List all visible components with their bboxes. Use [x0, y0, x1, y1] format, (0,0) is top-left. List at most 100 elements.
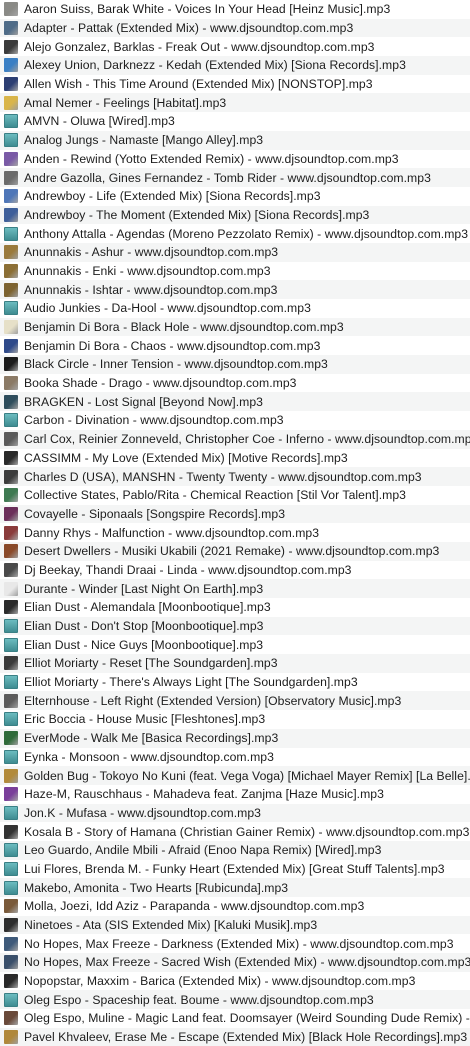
file-row[interactable]: Andrewboy - Life (Extended Mix) [Siona R…: [0, 186, 470, 206]
file-name: Eric Boccia - House Music [Fleshtones].m…: [24, 712, 266, 727]
file-row[interactable]: Oleg Espo - Spaceship feat. Boume - www.…: [0, 990, 470, 1010]
album-art-icon: [4, 805, 18, 820]
file-row[interactable]: Analog Jungs - Namaste [Mango Alley].mp3: [0, 130, 470, 150]
file-name: No Hopes, Max Freeze - Sacred Wish (Exte…: [24, 955, 470, 970]
file-row[interactable]: Elian Dust - Alemandala [Moonbootique].m…: [0, 598, 470, 617]
file-row[interactable]: Kosala B - Story of Hamana (Christian Ga…: [0, 822, 470, 841]
file-row[interactable]: Allen Wish - This Time Around (Extended …: [0, 74, 470, 94]
file-name: Carbon - Divination - www.djsoundtop.com…: [24, 413, 284, 428]
file-row[interactable]: Haze-M, Rauschhaus - Mahadeva feat. Zanj…: [0, 784, 470, 804]
file-row[interactable]: Molla, Joezi, Idd Aziz - Parapanda - www…: [0, 897, 470, 916]
file-row[interactable]: Alejo Gonzalez, Barklas - Freak Out - ww…: [0, 37, 470, 57]
file-row[interactable]: Elian Dust - Don't Stop [Moonbootique].m…: [0, 616, 470, 636]
file-name: Oleg Espo, Muline - Magic Land feat. Doo…: [24, 1011, 470, 1026]
file-row[interactable]: AMVN - Oluwa [Wired].mp3: [0, 112, 470, 131]
file-row[interactable]: Anunnakis - Ishtar - www.djsoundtop.com.…: [0, 280, 470, 299]
file-row[interactable]: Golden Bug - Tokoyo No Kuni (feat. Vega …: [0, 766, 470, 785]
file-name: Benjamin Di Bora - Black Hole - www.djso…: [24, 320, 344, 335]
album-art-icon: [4, 39, 18, 54]
file-row[interactable]: Eric Boccia - House Music [Fleshtones].m…: [0, 710, 470, 729]
file-row[interactable]: No Hopes, Max Freeze - Darkness (Extende…: [0, 934, 470, 954]
file-name: Alejo Gonzalez, Barklas - Freak Out - ww…: [24, 39, 375, 54]
file-row[interactable]: Carl Cox, Reinier Zonneveld, Christopher…: [0, 429, 470, 449]
file-name: Allen Wish - This Time Around (Extended …: [24, 77, 373, 92]
album-art-icon: [4, 918, 18, 933]
file-name: Durante - Winder [Last Night On Earth].m…: [24, 581, 264, 596]
file-row[interactable]: Jon.K - Mufasa - www.djsoundtop.com.mp3: [0, 803, 470, 823]
file-name: Charles D (USA), MANSHN - Twenty Twenty …: [24, 469, 422, 484]
file-list[interactable]: Aaron Suiss, Barak White - Voices In You…: [0, 0, 470, 1046]
file-row[interactable]: Pavel Khvaleev, Erase Me - Escape (Exten…: [0, 1027, 470, 1046]
file-row[interactable]: Andre Gazolla, Gines Fernandez - Tomb Ri…: [0, 168, 470, 187]
file-name: Anthony Attalla - Agendas (Moreno Pezzol…: [24, 226, 469, 241]
album-art-icon: [4, 506, 18, 521]
file-row[interactable]: Anden - Rewind (Yotto Extended Remix) - …: [0, 149, 470, 169]
file-row[interactable]: Danny Rhys - Malfunction - www.djsoundto…: [0, 523, 470, 542]
file-row[interactable]: Anunnakis - Ashur - www.djsoundtop.com.m…: [0, 242, 470, 262]
file-name: Analog Jungs - Namaste [Mango Alley].mp3: [24, 133, 264, 148]
file-name: Adapter - Pattak (Extended Mix) - www.dj…: [24, 21, 354, 36]
file-name: Pavel Khvaleev, Erase Me - Escape (Exten…: [24, 1030, 468, 1045]
album-art-icon: [4, 861, 18, 876]
file-row[interactable]: Covayelle - Siponaals [Songspire Records…: [0, 504, 470, 524]
file-row[interactable]: Eynka - Monsoon - www.djsoundtop.com.mp3: [0, 747, 470, 767]
file-row[interactable]: Makebo, Amonita - Two Hearts [Rubicunda]…: [0, 878, 470, 897]
file-name: Carl Cox, Reinier Zonneveld, Christopher…: [24, 432, 470, 447]
album-art-icon: [4, 1030, 18, 1045]
file-row[interactable]: Desert Dwellers - Musiki Ukabili (2021 R…: [0, 541, 470, 561]
file-row[interactable]: Elian Dust - Nice Guys [Moonbootique].mp…: [0, 635, 470, 655]
file-row[interactable]: Charles D (USA), MANSHN - Twenty Twenty …: [0, 467, 470, 486]
file-row[interactable]: Amal Nemer - Feelings [Habitat].mp3: [0, 93, 470, 113]
file-row[interactable]: EverMode - Walk Me [Basica Recordings].m…: [0, 728, 470, 748]
album-art-icon: [4, 731, 18, 746]
file-name: Lui Flores, Brenda M. - Funky Heart (Ext…: [24, 861, 445, 876]
file-row[interactable]: Alexey Union, Darknezz - Kedah (Extended…: [0, 56, 470, 75]
file-row[interactable]: Benjamin Di Bora - Black Hole - www.djso…: [0, 317, 470, 337]
file-row[interactable]: Audio Junkies - Da-Hool - www.djsoundtop…: [0, 299, 470, 318]
file-row[interactable]: Lui Flores, Brenda M. - Funky Heart (Ext…: [0, 859, 470, 879]
file-row[interactable]: Carbon - Divination - www.djsoundtop.com…: [0, 411, 470, 430]
file-row[interactable]: Leo Guardo, Andile Mbili - Afraid (Enoo …: [0, 840, 470, 860]
file-name: Leo Guardo, Andile Mbili - Afraid (Enoo …: [24, 843, 382, 858]
album-art-icon: [4, 581, 18, 596]
file-row[interactable]: Nopopstar, Maxxim - Barica (Extended Mix…: [0, 971, 470, 991]
file-row[interactable]: Benjamin Di Bora - Chaos - www.djsoundto…: [0, 336, 470, 356]
album-art-icon: [4, 413, 18, 428]
file-name: Elternhouse - Left Right (Extended Versi…: [24, 693, 402, 708]
file-row[interactable]: Oleg Espo, Muline - Magic Land feat. Doo…: [0, 1009, 470, 1028]
album-art-icon: [4, 880, 18, 895]
file-name: Elliot Moriarty - There's Always Light […: [24, 675, 358, 690]
album-art-icon: [4, 21, 18, 36]
album-art-icon: [4, 974, 18, 989]
file-row[interactable]: Andrewboy - The Moment (Extended Mix) [S…: [0, 205, 470, 225]
album-art-icon: [4, 955, 18, 970]
album-art-icon: [4, 936, 18, 951]
file-row[interactable]: Adapter - Pattak (Extended Mix) - www.dj…: [0, 18, 470, 38]
album-art-icon: [4, 58, 18, 73]
album-art-icon: [4, 600, 18, 615]
file-row[interactable]: Anunnakis - Enki - www.djsoundtop.com.mp…: [0, 261, 470, 281]
album-art-icon: [4, 712, 18, 727]
file-row[interactable]: Dj Beekay, Thandi Draai - Linda - www.dj…: [0, 560, 470, 580]
file-name: Andre Gazolla, Gines Fernandez - Tomb Ri…: [24, 170, 431, 185]
file-name: Golden Bug - Tokoyo No Kuni (feat. Vega …: [24, 768, 470, 783]
file-row[interactable]: Anthony Attalla - Agendas (Moreno Pezzol…: [0, 224, 470, 243]
file-row[interactable]: Durante - Winder [Last Night On Earth].m…: [0, 579, 470, 598]
album-art-icon: [4, 226, 18, 241]
file-row[interactable]: Booka Shade - Drago - www.djsoundtop.com…: [0, 373, 470, 393]
album-art-icon: [4, 320, 18, 335]
file-row[interactable]: Elliot Moriarty - There's Always Light […: [0, 672, 470, 692]
file-row[interactable]: Elliot Moriarty - Reset [The Soundgarden…: [0, 654, 470, 673]
file-row[interactable]: Collective States, Pablo/Rita - Chemical…: [0, 485, 470, 505]
file-name: Nopopstar, Maxxim - Barica (Extended Mix…: [24, 974, 416, 989]
file-row[interactable]: Aaron Suiss, Barak White - Voices In You…: [0, 0, 470, 19]
album-art-icon: [4, 189, 18, 204]
file-row[interactable]: Black Circle - Inner Tension - www.djsou…: [0, 355, 470, 374]
album-art-icon: [4, 619, 18, 634]
file-row[interactable]: No Hopes, Max Freeze - Sacred Wish (Exte…: [0, 953, 470, 972]
file-row[interactable]: Elternhouse - Left Right (Extended Versi…: [0, 691, 470, 711]
file-row[interactable]: Ninetoes - Ata (SIS Extended Mix) [Kaluk…: [0, 915, 470, 935]
album-art-icon: [4, 544, 18, 559]
file-row[interactable]: BRAGKEN - Lost Signal [Beyond Now].mp3: [0, 392, 470, 412]
file-row[interactable]: CASSIMM - My Love (Extended Mix) [Motive…: [0, 448, 470, 468]
